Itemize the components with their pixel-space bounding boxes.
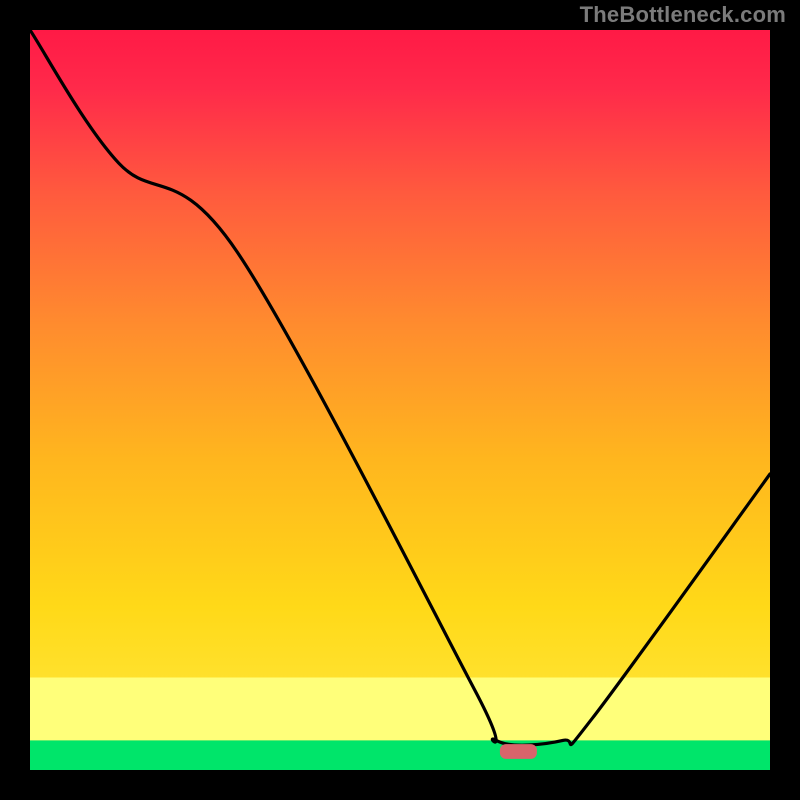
- watermark-text: TheBottleneck.com: [580, 2, 786, 28]
- chart-stage: TheBottleneck.com: [0, 0, 800, 800]
- gradient-background: [30, 30, 770, 770]
- band-yellow-light: [30, 678, 770, 741]
- band-green: [30, 740, 770, 770]
- optimum-marker: [500, 744, 537, 759]
- plot-area: [30, 30, 770, 770]
- plot-svg: [30, 30, 770, 770]
